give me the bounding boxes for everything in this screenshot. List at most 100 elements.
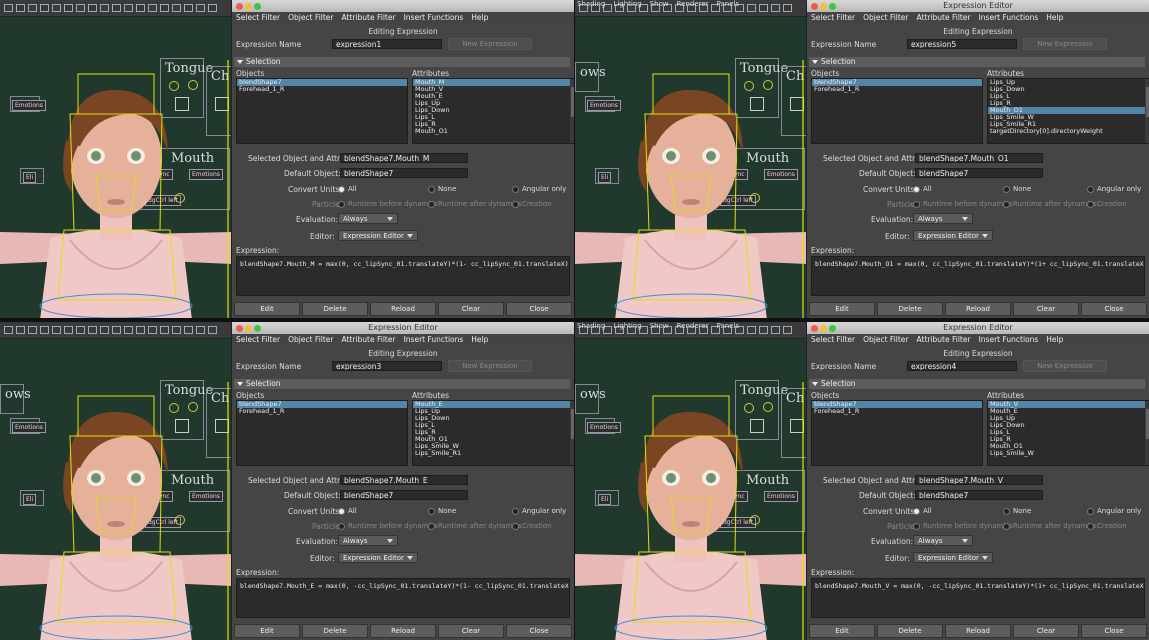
selected-object-field[interactable]: blendShape7.Mouth_V bbox=[915, 475, 1043, 485]
edit-button[interactable]: Edit bbox=[809, 624, 875, 638]
convert-none-radio[interactable]: None bbox=[1003, 507, 1031, 515]
particle-after-radio[interactable]: Runtime after dynamics bbox=[428, 522, 522, 530]
toolbar-tool-icon[interactable] bbox=[76, 4, 85, 12]
default-object-field[interactable]: blendShape7 bbox=[915, 490, 1043, 500]
expression-text-area[interactable]: blendShape7.Mouth_M = max(0, cc_lipSync_… bbox=[236, 256, 570, 296]
new-expression-button[interactable]: New Expression bbox=[448, 360, 532, 372]
expression-name-field[interactable]: expression5 bbox=[907, 39, 1017, 49]
toolbar-tool-icon[interactable] bbox=[783, 326, 792, 334]
delete-button[interactable]: Delete bbox=[302, 302, 368, 316]
expression-text-area[interactable]: blendShape7.Mouth_V = max(0, -cc_lipSync… bbox=[811, 578, 1145, 618]
viewport-menu-item[interactable]: Shading bbox=[577, 0, 605, 8]
viewport-menu-item[interactable]: Panels bbox=[717, 322, 740, 330]
toolbar-tool-icon[interactable] bbox=[52, 326, 61, 334]
toolbar-tool-icon[interactable] bbox=[40, 4, 49, 12]
toolbar-tool-icon[interactable] bbox=[100, 4, 109, 12]
selected-object-field[interactable]: blendShape7.Mouth_O1 bbox=[915, 153, 1043, 163]
expression-name-field[interactable]: expression1 bbox=[332, 39, 442, 49]
convert-all-radio[interactable]: All bbox=[913, 185, 932, 193]
edit-button[interactable]: Edit bbox=[234, 302, 300, 316]
attributes-list[interactable]: Lips_Up Lips_Down Lips_L Lips_R Mouth_O1 Lips… bbox=[987, 78, 1149, 144]
zoom-window-icon[interactable] bbox=[829, 325, 836, 332]
toolbar-tool-icon[interactable] bbox=[160, 4, 169, 12]
menu-select-filter[interactable]: Select Filter bbox=[811, 335, 855, 344]
attribute-list-item[interactable]: Lips_L bbox=[988, 429, 1149, 436]
object-list-item[interactable]: Forehead_1_R bbox=[812, 408, 982, 415]
new-expression-button[interactable]: New Expression bbox=[448, 38, 532, 50]
convert-all-radio[interactable]: All bbox=[913, 507, 932, 515]
selection-section-header[interactable]: Selection bbox=[234, 379, 570, 389]
toolbar-tool-icon[interactable] bbox=[196, 4, 205, 12]
maya-viewport[interactable]: Shading Lighting Show Renderer Panels ows To… bbox=[575, 0, 807, 318]
convert-angular-radio[interactable]: Angular only bbox=[512, 507, 566, 515]
toolbar-tool-icon[interactable] bbox=[184, 4, 193, 12]
attribute-list-item[interactable]: Lips_L bbox=[413, 422, 574, 429]
evaluation-dropdown[interactable]: Always bbox=[913, 213, 973, 224]
toolbar-tool-icon[interactable] bbox=[124, 4, 133, 12]
minimize-window-icon[interactable] bbox=[820, 325, 827, 332]
toolbar-tool-icon[interactable] bbox=[16, 326, 25, 334]
toolbar-tool-icon[interactable] bbox=[112, 326, 121, 334]
default-object-field[interactable]: blendShape7 bbox=[340, 168, 468, 178]
particle-after-radio[interactable]: Runtime after dynamics bbox=[1003, 200, 1097, 208]
viewport-menu-item[interactable]: Show bbox=[650, 322, 669, 330]
attribute-list-item[interactable]: Lips_Smile_W bbox=[988, 450, 1149, 457]
toolbar-tool-icon[interactable] bbox=[208, 326, 217, 334]
toolbar-tool-icon[interactable] bbox=[40, 326, 49, 334]
particle-before-radio[interactable]: Runtime before dynamics bbox=[338, 522, 438, 530]
toolbar-tool-icon[interactable] bbox=[28, 326, 37, 334]
objects-list[interactable]: blendShape7 Forehead_1_R bbox=[236, 400, 408, 466]
edit-button[interactable]: Edit bbox=[809, 302, 875, 316]
convert-angular-radio[interactable]: Angular only bbox=[512, 185, 566, 193]
delete-button[interactable]: Delete bbox=[877, 302, 943, 316]
reload-button[interactable]: Reload bbox=[370, 302, 436, 316]
menu-object-filter[interactable]: Object Filter bbox=[288, 335, 333, 344]
attribute-list-item[interactable]: Lips_L bbox=[988, 93, 1149, 100]
clear-button[interactable]: Clear bbox=[1013, 302, 1079, 316]
menu-help[interactable]: Help bbox=[1046, 13, 1063, 22]
toolbar-tool-icon[interactable] bbox=[759, 326, 768, 334]
default-object-field[interactable]: blendShape7 bbox=[915, 168, 1043, 178]
menu-attribute-filter[interactable]: Attribute Filter bbox=[917, 335, 971, 344]
particle-after-radio[interactable]: Runtime after dynamics bbox=[1003, 522, 1097, 530]
attribute-list-item[interactable]: Lips_Down bbox=[413, 107, 574, 114]
menu-help[interactable]: Help bbox=[471, 13, 488, 22]
expression-text-area[interactable]: blendShape7.Mouth_E = max(0, -cc_lipSync… bbox=[236, 578, 570, 618]
toolbar-tool-icon[interactable] bbox=[759, 4, 768, 12]
menu-attribute-filter[interactable]: Attribute Filter bbox=[342, 13, 396, 22]
delete-button[interactable]: Delete bbox=[877, 624, 943, 638]
selection-section-header[interactable]: Selection bbox=[234, 57, 570, 67]
close-button[interactable]: Close bbox=[506, 302, 572, 316]
reload-button[interactable]: Reload bbox=[370, 624, 436, 638]
expression-text-area[interactable]: blendShape7.Mouth_O1 = max(0, cc_lipSync… bbox=[811, 256, 1145, 296]
toolbar-tool-icon[interactable] bbox=[172, 4, 181, 12]
toolbar-tool-icon[interactable] bbox=[160, 326, 169, 334]
toolbar-tool-icon[interactable] bbox=[64, 4, 73, 12]
selection-section-header[interactable]: Selection bbox=[809, 57, 1145, 67]
zoom-window-icon[interactable] bbox=[829, 3, 836, 10]
attribute-list-item[interactable]: Mouth_O1 bbox=[413, 128, 574, 135]
viewport-menu-item[interactable]: Panels bbox=[717, 0, 740, 8]
menu-select-filter[interactable]: Select Filter bbox=[811, 13, 855, 22]
menu-attribute-filter[interactable]: Attribute Filter bbox=[917, 13, 971, 22]
zoom-window-icon[interactable] bbox=[254, 3, 261, 10]
toolbar-tool-icon[interactable] bbox=[148, 326, 157, 334]
reload-button[interactable]: Reload bbox=[945, 302, 1011, 316]
toolbar-tool-icon[interactable] bbox=[100, 326, 109, 334]
toolbar-tool-icon[interactable] bbox=[136, 326, 145, 334]
toolbar-tool-icon[interactable] bbox=[16, 4, 25, 12]
menu-attribute-filter[interactable]: Attribute Filter bbox=[342, 335, 396, 344]
particle-before-radio[interactable]: Runtime before dynamics bbox=[338, 200, 438, 208]
close-window-icon[interactable] bbox=[811, 3, 818, 10]
toolbar-tool-icon[interactable] bbox=[64, 326, 73, 334]
close-window-icon[interactable] bbox=[811, 325, 818, 332]
viewport-menu-item[interactable]: Show bbox=[650, 0, 669, 8]
toolbar-tool-icon[interactable] bbox=[76, 326, 85, 334]
zoom-window-icon[interactable] bbox=[254, 325, 261, 332]
toolbar-tool-icon[interactable] bbox=[88, 4, 97, 12]
maya-viewport[interactable]: Shading Lighting Show Renderer Panels ows To… bbox=[575, 322, 807, 640]
menu-object-filter[interactable]: Object Filter bbox=[288, 13, 333, 22]
menu-help[interactable]: Help bbox=[1046, 335, 1063, 344]
character-model[interactable] bbox=[575, 382, 807, 640]
clear-button[interactable]: Clear bbox=[438, 624, 504, 638]
